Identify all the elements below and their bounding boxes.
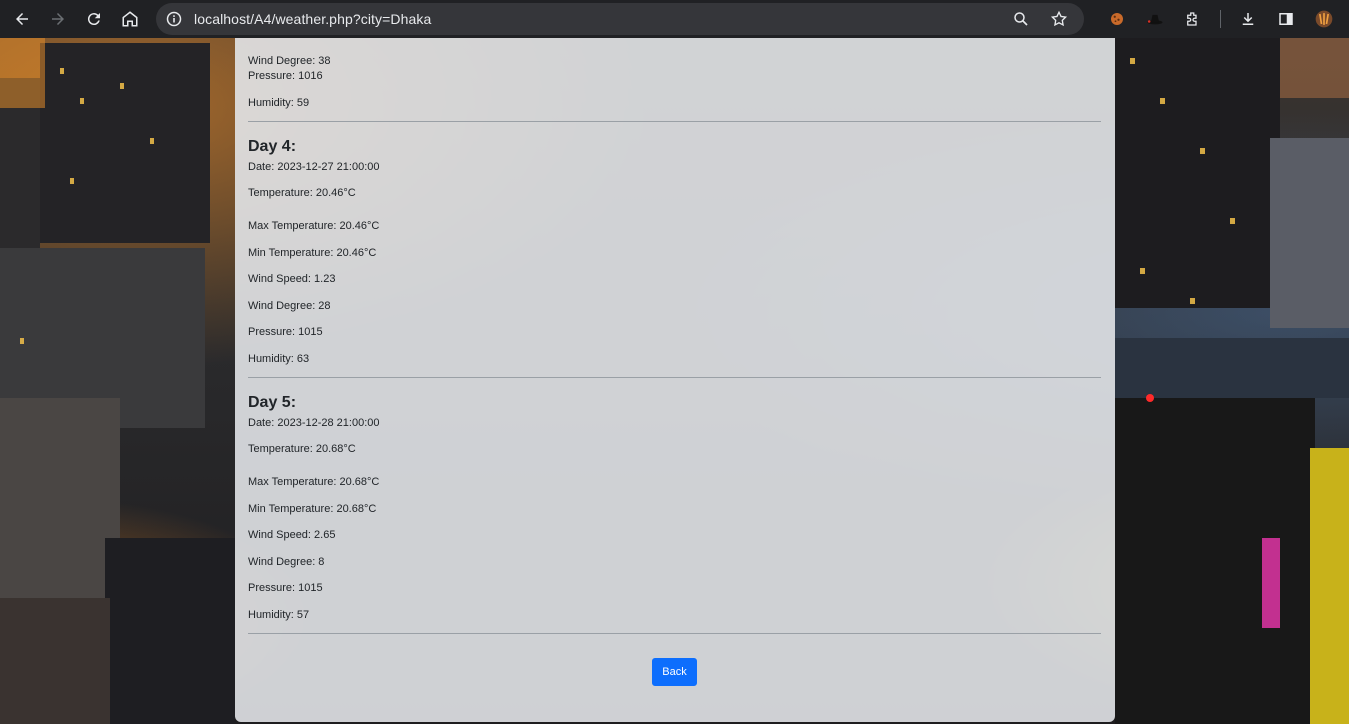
cookie-extension-icon[interactable] [1106,8,1128,30]
side-panel-icon[interactable] [1275,8,1297,30]
wind-degree: Wind Degree: 8 [248,555,325,568]
section-divider [248,633,1101,634]
humidity: Humidity: 63 [248,352,310,365]
date: Date: 2023-12-27 21:00:00 [248,161,380,173]
max-temperature: Max Temperature: 20.46°C [248,220,380,232]
back-arrow-icon[interactable] [8,5,36,33]
weather-forecast-panel: Wind Degree: 38 Pressure: 1016 Humidity:… [235,38,1115,722]
forward-arrow-icon[interactable] [44,5,72,33]
section-divider [248,121,1101,122]
back-button[interactable]: Back [652,658,697,686]
temperature: Temperature: 20.68°C [248,443,356,455]
day-title: Day 4: [248,138,297,155]
page-viewport: Wind Degree: 38 Pressure: 1016 Humidity:… [0,38,1349,724]
site-info-icon[interactable] [166,11,182,27]
wind-speed: Wind Speed: 2.65 [248,529,336,541]
hat-extension-icon[interactable] [1144,8,1166,30]
humidity: Humidity: 57 [248,608,310,621]
pressure: Pressure: 1015 [248,326,323,338]
wind-speed: Wind Speed: 1.23 [248,273,336,285]
reload-icon[interactable] [80,5,108,33]
profile-avatar-icon[interactable] [1313,8,1335,30]
pressure: Pressure: 1016 [248,70,323,82]
day-title: Day 5: [248,394,297,411]
home-icon[interactable] [116,5,144,33]
address-bar[interactable]: localhost/A4/weather.php?city=Dhaka [156,3,1084,35]
bookmark-star-icon[interactable] [1048,8,1070,30]
temperature: Temperature: 20.46°C [248,187,356,199]
date: Date: 2023-12-28 21:00:00 [248,417,380,429]
wind-degree: Wind Degree: 28 [248,299,331,312]
humidity: Humidity: 59 [248,96,310,109]
min-temperature: Min Temperature: 20.68°C [248,502,377,515]
browser-toolbar: localhost/A4/weather.php?city=Dhaka [0,0,1349,38]
url-text[interactable]: localhost/A4/weather.php?city=Dhaka [194,11,431,27]
extensions-puzzle-icon[interactable] [1182,8,1204,30]
section-divider [248,377,1101,378]
pressure: Pressure: 1015 [248,582,323,594]
zoom-icon[interactable] [1010,8,1032,30]
back-button-container: Back [248,658,1101,686]
download-icon[interactable] [1237,8,1259,30]
min-temperature: Min Temperature: 20.46°C [248,246,377,259]
wind-degree: Wind Degree: 38 [248,55,331,67]
toolbar-divider [1220,10,1221,28]
max-temperature: Max Temperature: 20.68°C [248,476,380,488]
